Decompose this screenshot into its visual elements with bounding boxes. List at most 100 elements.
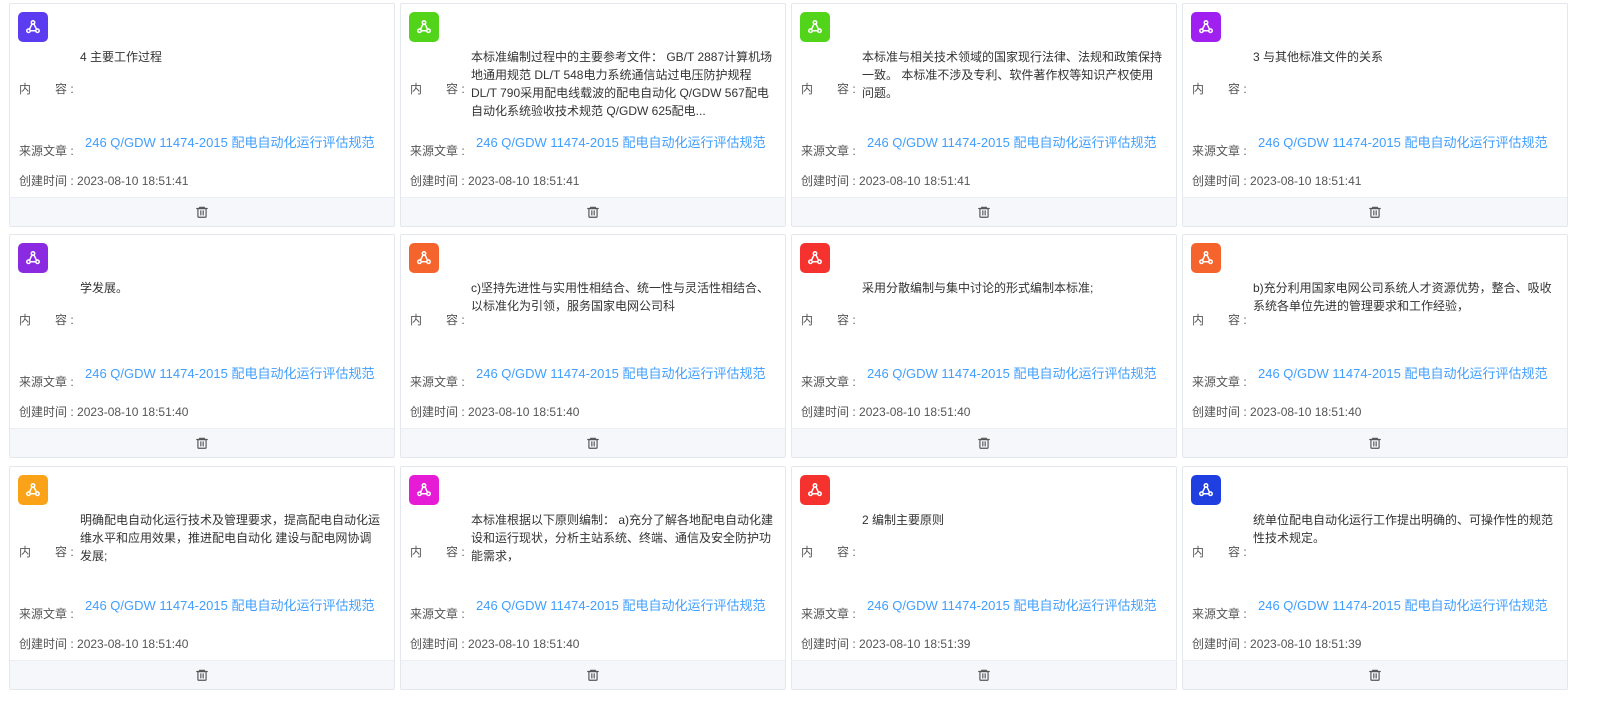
delete-button[interactable] xyxy=(974,665,994,685)
knowledge-card: 内 容 : 采用分散编制与集中讨论的形式编制本标准; 来源文章 : 246 Q/GDW… xyxy=(791,234,1177,458)
created-time-row: 创建时间 : 2023-08-10 18:51:41 xyxy=(1192,172,1361,189)
card-footer xyxy=(401,197,785,226)
delete-button[interactable] xyxy=(583,433,603,453)
created-time-label: 创建时间 : xyxy=(19,405,78,419)
delete-button[interactable] xyxy=(583,665,603,685)
card-footer xyxy=(10,660,394,689)
source-article-link[interactable]: 246 Q/GDW 11474-2015 配电自动化运行评估规范 xyxy=(1258,595,1547,614)
knowledge-card: 内 容 : 3 与其他标准文件的关系 来源文章 : 246 Q/GDW 11474-2… xyxy=(1182,3,1568,227)
source-article-link[interactable]: 246 Q/GDW 11474-2015 配电自动化运行评估规范 xyxy=(476,132,765,151)
trash-icon xyxy=(977,668,991,682)
source-article-link[interactable]: 246 Q/GDW 11474-2015 配电自动化运行评估规范 xyxy=(867,363,1156,382)
knowledge-card: 内 容 : 本标准根据以下原则编制： a)充分了解各地配电自动化建设和运行现状，分… xyxy=(400,466,786,690)
delete-button[interactable] xyxy=(192,202,212,222)
card-footer xyxy=(10,428,394,457)
created-time-row: 创建时间 : 2023-08-10 18:51:40 xyxy=(1192,403,1361,420)
knowledge-card: 内 容 : 明确配电自动化运行技术及管理要求，提高配电自动化运维水平和应用效果，推… xyxy=(9,466,395,690)
content-label: 内 容 : xyxy=(801,545,856,559)
created-time-label: 创建时间 : xyxy=(801,174,860,188)
source-label: 来源文章 : xyxy=(1192,607,1247,621)
content-text: 本标准编制过程中的主要参考文件： GB/T 2887计算机场地通用规范 DL/T… xyxy=(471,50,773,118)
delete-button[interactable] xyxy=(1365,202,1385,222)
trash-icon xyxy=(586,668,600,682)
source-article-link[interactable]: 246 Q/GDW 11474-2015 配电自动化运行评估规范 xyxy=(1258,363,1547,382)
graph-node-icon xyxy=(409,475,439,505)
created-time-value: 2023-08-10 18:51:39 xyxy=(859,637,971,651)
content-label: 内 容 : xyxy=(1192,545,1247,559)
trash-icon xyxy=(1368,668,1382,682)
card-footer xyxy=(1183,660,1567,689)
content-label: 内 容 : xyxy=(801,82,856,96)
delete-button[interactable] xyxy=(583,202,603,222)
created-time-value: 2023-08-10 18:51:40 xyxy=(77,405,189,419)
content-label: 内 容 : xyxy=(801,313,856,327)
trash-icon xyxy=(195,668,209,682)
delete-button[interactable] xyxy=(974,202,994,222)
card-footer xyxy=(792,428,1176,457)
created-time-label: 创建时间 : xyxy=(410,637,469,651)
delete-button[interactable] xyxy=(192,433,212,453)
content-text: 学发展。 xyxy=(80,281,129,295)
source-label: 来源文章 : xyxy=(19,144,74,158)
graph-node-icon xyxy=(18,475,48,505)
trash-icon xyxy=(1368,436,1382,450)
content-label: 内 容 : xyxy=(1192,82,1247,96)
graph-node-icon xyxy=(18,243,48,273)
delete-button[interactable] xyxy=(1365,665,1385,685)
created-time-row: 创建时间 : 2023-08-10 18:51:39 xyxy=(801,635,970,652)
content-label: 内 容 : xyxy=(19,82,74,96)
created-time-row: 创建时间 : 2023-08-10 18:51:40 xyxy=(410,403,579,420)
graph-node-icon xyxy=(1191,12,1221,42)
content-text: c)坚持先进性与实用性相结合、统一性与灵活性相结合、以标准化为引领，服务国家电网… xyxy=(471,281,769,313)
source-article-link[interactable]: 246 Q/GDW 11474-2015 配电自动化运行评估规范 xyxy=(1258,132,1547,151)
source-label: 来源文章 : xyxy=(19,375,74,389)
created-time-value: 2023-08-10 18:51:40 xyxy=(77,637,189,651)
knowledge-card: 内 容 : 本标准编制过程中的主要参考文件： GB/T 2887计算机场地通用规范… xyxy=(400,3,786,227)
created-time-label: 创建时间 : xyxy=(801,405,860,419)
graph-node-icon xyxy=(1191,475,1221,505)
created-time-label: 创建时间 : xyxy=(1192,405,1251,419)
source-label: 来源文章 : xyxy=(410,375,465,389)
content-text: 本标准根据以下原则编制： a)充分了解各地配电自动化建设和运行现状，分析主站系统… xyxy=(471,513,773,563)
content-text: 统单位配电自动化运行工作提出明确的、可操作性的规范性技术规定。 xyxy=(1253,513,1554,545)
content-text: b)充分利用国家电网公司系统人才资源优势，整合、吸收系统各单位先进的管理要求和工… xyxy=(1253,281,1552,313)
created-time-label: 创建时间 : xyxy=(1192,174,1251,188)
source-label: 来源文章 : xyxy=(410,144,465,158)
graph-node-icon xyxy=(800,243,830,273)
source-article-link[interactable]: 246 Q/GDW 11474-2015 配电自动化运行评估规范 xyxy=(476,595,765,614)
created-time-label: 创建时间 : xyxy=(410,405,469,419)
trash-icon xyxy=(1368,205,1382,219)
delete-button[interactable] xyxy=(192,665,212,685)
card-footer xyxy=(792,197,1176,226)
content-text: 2 编制主要原则 xyxy=(862,513,945,527)
trash-icon xyxy=(977,205,991,219)
delete-button[interactable] xyxy=(974,433,994,453)
created-time-row: 创建时间 : 2023-08-10 18:51:41 xyxy=(801,172,970,189)
content-label: 内 容 : xyxy=(410,82,465,96)
source-article-link[interactable]: 246 Q/GDW 11474-2015 配电自动化运行评估规范 xyxy=(867,595,1156,614)
created-time-value: 2023-08-10 18:51:41 xyxy=(468,174,580,188)
knowledge-card: 内 容 : 2 编制主要原则 来源文章 : 246 Q/GDW 11474-2015 … xyxy=(791,466,1177,690)
content-text: 3 与其他标准文件的关系 xyxy=(1253,50,1384,64)
source-article-link[interactable]: 246 Q/GDW 11474-2015 配电自动化运行评估规范 xyxy=(85,363,374,382)
graph-node-icon xyxy=(1191,243,1221,273)
content-label: 内 容 : xyxy=(410,313,465,327)
trash-icon xyxy=(586,436,600,450)
content-text: 4 主要工作过程 xyxy=(80,50,163,64)
source-article-link[interactable]: 246 Q/GDW 11474-2015 配电自动化运行评估规范 xyxy=(867,132,1156,151)
created-time-value: 2023-08-10 18:51:40 xyxy=(468,405,580,419)
card-footer xyxy=(1183,197,1567,226)
source-article-link[interactable]: 246 Q/GDW 11474-2015 配电自动化运行评估规范 xyxy=(85,132,374,151)
delete-button[interactable] xyxy=(1365,433,1385,453)
trash-icon xyxy=(586,205,600,219)
trash-icon xyxy=(195,205,209,219)
source-article-link[interactable]: 246 Q/GDW 11474-2015 配电自动化运行评估规范 xyxy=(85,595,374,614)
source-label: 来源文章 : xyxy=(410,607,465,621)
created-time-row: 创建时间 : 2023-08-10 18:51:41 xyxy=(19,172,188,189)
content-label: 内 容 : xyxy=(1192,313,1247,327)
graph-node-icon xyxy=(409,243,439,273)
card-grid: 内 容 : 4 主要工作过程来源文章 : 246 Q/GDW 11474-2015 … xyxy=(0,0,1600,703)
source-article-link[interactable]: 246 Q/GDW 11474-2015 配电自动化运行评估规范 xyxy=(476,363,765,382)
created-time-value: 2023-08-10 18:51:40 xyxy=(1250,405,1362,419)
content-text: 明确配电自动化运行技术及管理要求，提高配电自动化运维水平和应用效果，推进配电自动… xyxy=(80,513,381,563)
